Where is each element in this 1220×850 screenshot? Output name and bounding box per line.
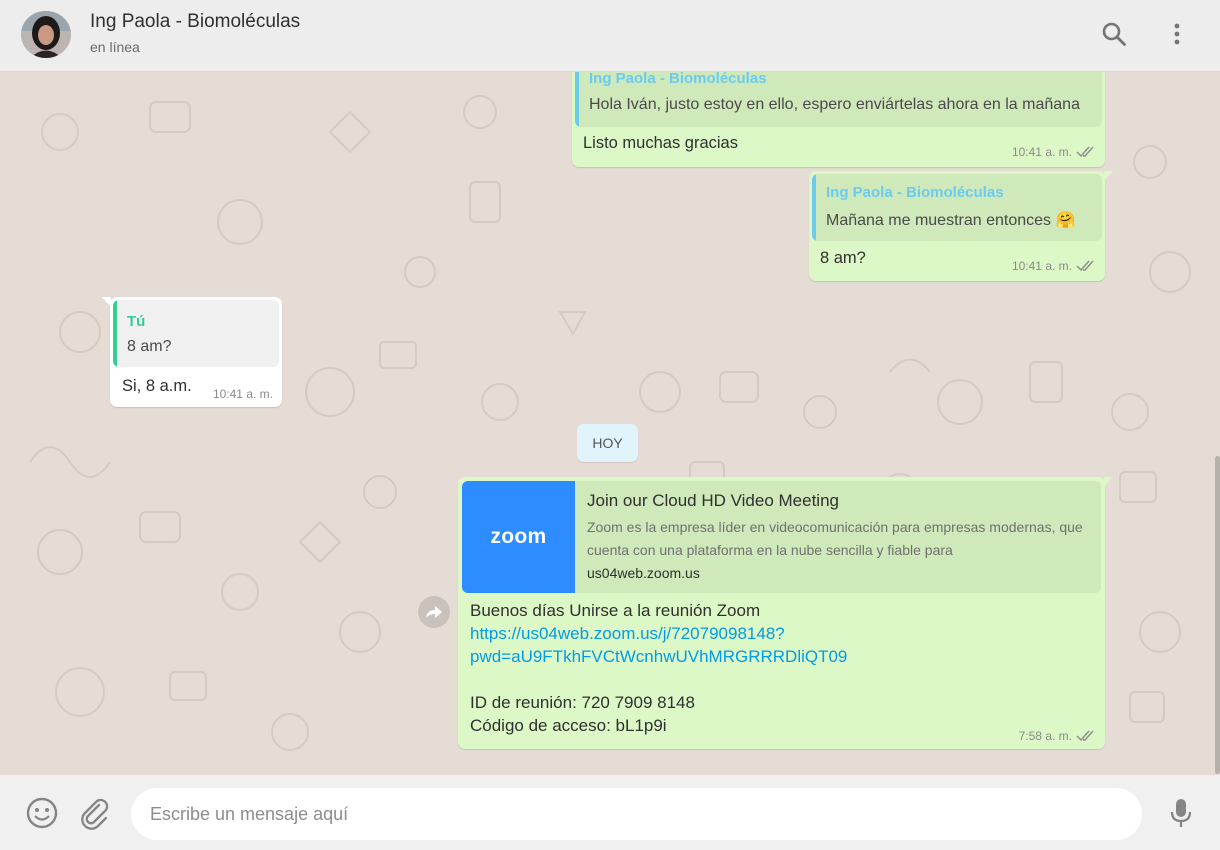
meeting-link[interactable]: https://us04web.zoom.us/j/72079098148? bbox=[470, 622, 847, 645]
message-outgoing[interactable]: Ing Paola - Biomoléculas Hola Iván, just… bbox=[572, 72, 1105, 167]
read-ticks-icon bbox=[1076, 730, 1094, 742]
message-incoming[interactable]: Tú 8 am? Si, 8 a.m. 10:41 a. m. bbox=[102, 297, 282, 407]
message-outgoing[interactable]: zoom Join our Cloud HD Video Meeting Zoo… bbox=[458, 477, 1113, 749]
meeting-id-line: ID de reunión: 720 7909 8148 bbox=[470, 693, 695, 712]
scrollbar[interactable] bbox=[1215, 456, 1220, 774]
zoom-logo: zoom bbox=[462, 481, 575, 593]
message-time: 7:58 a. m. bbox=[1018, 729, 1072, 743]
quote-text: 8 am? bbox=[127, 338, 172, 355]
message-time: 10:41 a. m. bbox=[1011, 259, 1072, 273]
access-code-line: Código de acceso: bL1p9i bbox=[470, 716, 667, 735]
quote-bar bbox=[113, 300, 117, 367]
emoji-icon[interactable] bbox=[25, 796, 59, 830]
quote-text: Hola Iván, justo estoy en ello, espero e… bbox=[589, 96, 1080, 113]
read-ticks-icon bbox=[1076, 260, 1094, 272]
message-line bbox=[470, 668, 847, 691]
message-input[interactable] bbox=[131, 788, 1142, 840]
message-text: Listo muchas gracias bbox=[583, 134, 738, 152]
date-divider: HOY bbox=[577, 424, 638, 462]
quote-author: Ing Paola - Biomoléculas bbox=[826, 184, 1004, 201]
quoted-message[interactable]: Ing Paola - Biomoléculas Mañana me muest… bbox=[812, 174, 1102, 241]
message-line: Buenos días Unirse a la reunión Zoom bbox=[470, 601, 761, 620]
quoted-message[interactable]: Tú 8 am? bbox=[113, 300, 279, 367]
quoted-message[interactable]: Ing Paola - Biomoléculas Hola Iván, just… bbox=[575, 72, 1102, 127]
chat-header: Ing Paola - Biomoléculas en línea bbox=[0, 0, 1220, 72]
search-icon[interactable] bbox=[1100, 20, 1128, 48]
link-preview-domain: us04web.zoom.us bbox=[587, 565, 700, 581]
message-time: 10:41 a. m. bbox=[1011, 145, 1072, 159]
quote-author: Ing Paola - Biomoléculas bbox=[589, 72, 767, 87]
contact-avatar[interactable] bbox=[21, 11, 71, 58]
message-meta: 10:41 a. m. bbox=[1012, 259, 1096, 273]
forward-icon bbox=[426, 606, 442, 618]
message-body: Buenos días Unirse a la reunión Zoom htt… bbox=[470, 599, 847, 737]
message-text: 8 am? bbox=[820, 249, 866, 267]
contact-name[interactable]: Ing Paola - Biomoléculas bbox=[90, 11, 300, 33]
message-meta: 7:58 a. m. bbox=[1019, 729, 1096, 743]
quote-bar bbox=[812, 174, 816, 241]
meeting-link-continued[interactable]: pwd=aU9FTkhFVCtWcnhwUVhMRGRRRDliQT09 bbox=[470, 645, 847, 668]
attach-icon[interactable] bbox=[77, 796, 111, 830]
link-preview-description: Zoom es la empresa líder en videocomunic… bbox=[587, 519, 1083, 558]
link-preview-title: Join our Cloud HD Video Meeting bbox=[587, 491, 839, 510]
read-ticks-icon bbox=[1076, 146, 1094, 158]
message-outgoing[interactable]: Ing Paola - Biomoléculas Mañana me muest… bbox=[809, 171, 1113, 281]
message-meta: 10:41 a. m. bbox=[213, 387, 273, 401]
quote-bar bbox=[575, 72, 579, 127]
message-list[interactable]: Ing Paola - Biomoléculas Hola Iván, just… bbox=[0, 72, 1220, 775]
link-preview[interactable]: zoom Join our Cloud HD Video Meeting Zoo… bbox=[462, 481, 1101, 593]
quote-text: Mañana me muestran entonces 🤗 bbox=[826, 212, 1076, 229]
message-meta: 10:41 a. m. bbox=[1012, 145, 1096, 159]
menu-icon[interactable] bbox=[1163, 20, 1191, 48]
forward-button[interactable] bbox=[418, 596, 450, 628]
composer bbox=[0, 775, 1220, 850]
message-time: 10:41 a. m. bbox=[212, 387, 273, 401]
message-text: Si, 8 a.m. bbox=[122, 377, 192, 395]
microphone-icon[interactable] bbox=[1164, 796, 1198, 830]
quote-author: Tú bbox=[127, 313, 146, 330]
contact-status: en línea bbox=[90, 39, 140, 55]
